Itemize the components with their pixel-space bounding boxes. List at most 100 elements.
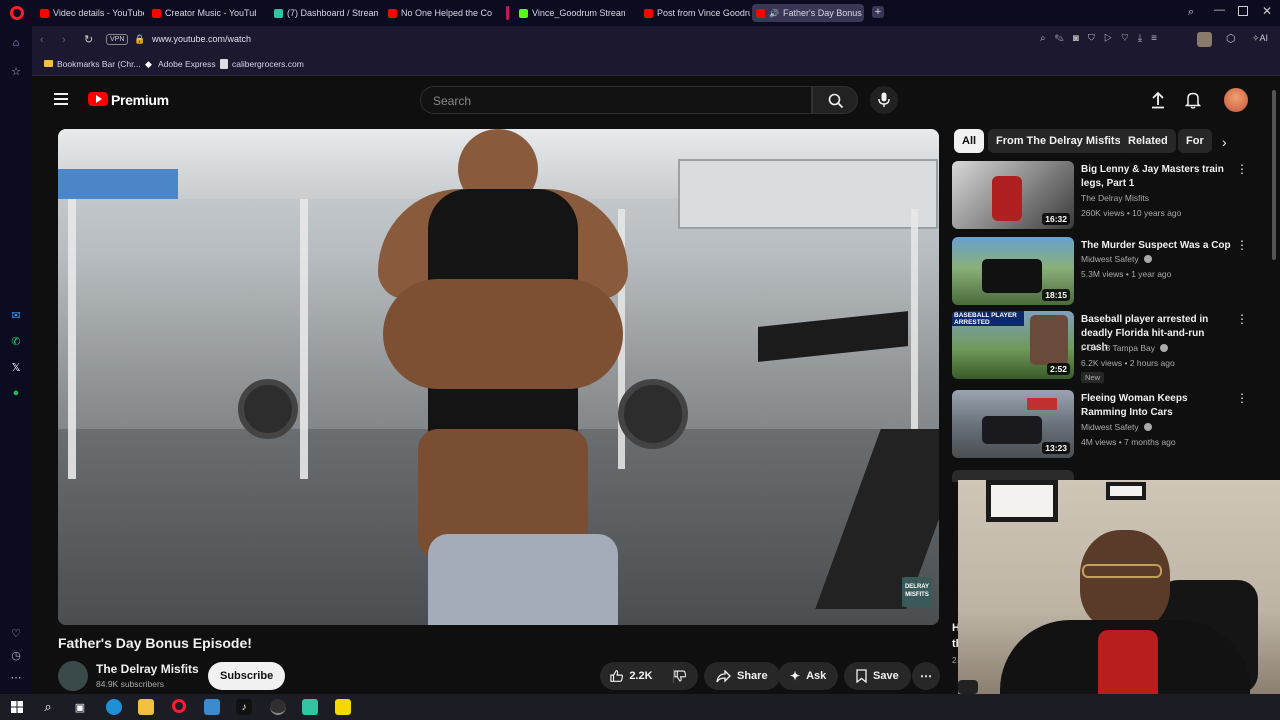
tab-5[interactable]: Post from Vince Goodrum — [640, 4, 750, 22]
verified-icon — [1160, 344, 1169, 352]
tab-3[interactable]: No One Helped the Cop? — [384, 4, 492, 22]
star-icon[interactable]: ☆ — [9, 64, 23, 78]
ai-button[interactable]: ✧AI — [1252, 33, 1268, 44]
video-title[interactable]: Big Lenny & Jay Masters train legs, Part… — [1081, 163, 1231, 191]
channel-name[interactable]: FOX 13 Tampa Bay — [1081, 343, 1155, 353]
play-icon[interactable]: ▷ — [1104, 33, 1121, 44]
close-button[interactable]: ✕ — [1262, 4, 1272, 18]
video-thumbnail[interactable]: BASEBALL PLAYER ARRESTED 2:52 — [952, 311, 1074, 379]
tab-search-icon[interactable]: ⌕ — [1188, 6, 1194, 19]
channel-name[interactable]: The Delray Misfits — [1081, 193, 1149, 203]
tab-label: Video details - YouTube Studio — [53, 8, 144, 18]
opera-taskbar-icon[interactable] — [172, 699, 186, 713]
thumbs-down-icon[interactable] — [672, 669, 686, 683]
page-scrollbar[interactable] — [1272, 90, 1276, 260]
browser-sidebar: ⌂ ☆ ✉ ✆ 𝕏 ● ♡ ◷ ⋯ — [0, 26, 32, 694]
zoom-icon[interactable]: ⌕ — [1040, 33, 1055, 44]
task-view-icon[interactable]: ▣ — [72, 699, 88, 715]
channel-name[interactable]: Midwest Safety — [1081, 254, 1139, 264]
save-button[interactable]: Save — [844, 662, 911, 690]
history-icon[interactable]: ◷ — [9, 648, 23, 662]
youtube-icon — [644, 8, 653, 18]
upload-icon[interactable] — [1150, 91, 1166, 109]
recommendation-item[interactable]: 13:23 Fleeing Woman Keeps Ramming Into C… — [952, 390, 1248, 458]
tab-2[interactable]: (7) Dashboard / Streamlabs — [270, 4, 378, 22]
opera-logo-icon[interactable] — [10, 6, 24, 20]
chip-all[interactable]: All — [954, 129, 985, 153]
video-title[interactable]: The Murder Suspect Was a Cop — [1081, 239, 1231, 253]
video-thumbnail[interactable]: 16:32 — [952, 161, 1074, 229]
channel-name[interactable]: Midwest Safety — [1081, 422, 1139, 432]
edit-icon[interactable]: ✎ — [1055, 33, 1073, 44]
more-vertical-icon[interactable]: ⋮ — [1236, 392, 1248, 404]
shield-icon[interactable]: ⛉ — [1088, 33, 1104, 44]
chip-next-arrow-icon[interactable]: › — [1222, 134, 1227, 150]
person-sweatpants — [428, 534, 618, 625]
profile-avatar[interactable] — [1197, 32, 1212, 47]
search-taskbar-icon[interactable]: ⌕ — [40, 699, 56, 715]
sticky-notes-icon[interactable] — [335, 699, 351, 715]
channel-avatar[interactable] — [58, 661, 88, 691]
file-explorer-icon[interactable] — [138, 699, 154, 715]
share-button[interactable]: Share — [704, 662, 780, 690]
more-vertical-icon[interactable]: ⋮ — [1236, 163, 1248, 175]
whatsapp-icon[interactable]: ✆ — [9, 334, 23, 348]
more-actions-button[interactable]: ⋯ — [912, 662, 940, 690]
subscribe-button[interactable]: Subscribe — [208, 662, 286, 690]
tab-6-active[interactable]: 🔊Father's Day Bonus Ep — [752, 4, 864, 22]
recommendation-item[interactable]: 18:15 The Murder Suspect Was a Cop Midwe… — [952, 237, 1248, 305]
maximize-button[interactable] — [1238, 6, 1248, 16]
video-player[interactable]: DELRAY MISFITS — [58, 129, 939, 625]
voice-search-button[interactable] — [870, 86, 898, 114]
chip-related[interactable]: Related — [1120, 129, 1176, 153]
x-icon[interactable]: 𝕏 — [9, 360, 23, 374]
more-vertical-icon[interactable]: ⋮ — [1236, 239, 1248, 251]
ask-button[interactable]: ✦ Ask — [778, 662, 839, 690]
store-icon[interactable] — [204, 699, 220, 715]
messenger-icon[interactable]: ✉ — [9, 308, 23, 322]
more-icon[interactable]: ⋯ — [9, 670, 23, 684]
new-tab-button[interactable]: + — [872, 6, 884, 18]
chip-from-channel[interactable]: From The Delray Misfits — [988, 129, 1129, 153]
spotify-icon[interactable]: ● — [9, 386, 23, 400]
obs-icon[interactable] — [270, 699, 286, 715]
recommendation-item[interactable]: BASEBALL PLAYER ARRESTED 2:52 Baseball p… — [952, 311, 1248, 383]
minimize-button[interactable]: — — [1214, 4, 1225, 16]
more-vertical-icon[interactable]: ⋮ — [1236, 313, 1248, 325]
tab-4[interactable]: Vince_Goodrum Stream - — [515, 4, 625, 22]
video-thumbnail[interactable]: 18:15 — [952, 237, 1074, 305]
tiktok-icon[interactable]: ♪ — [236, 699, 252, 715]
video-title[interactable]: Fleeing Woman Keeps Ramming Into Cars — [1081, 392, 1231, 420]
video-thumbnail[interactable]: 13:23 — [952, 390, 1074, 458]
edge-icon[interactable] — [106, 699, 122, 715]
reload-icon[interactable]: ↻ — [84, 33, 93, 46]
search-input[interactable]: Search — [420, 86, 812, 114]
home-icon[interactable]: ⌂ — [9, 36, 23, 50]
bookmark-item[interactable]: calibergrocers.com — [232, 59, 304, 69]
camera-icon[interactable]: ◙ — [1073, 33, 1088, 44]
vpn-badge[interactable]: VPN — [106, 34, 129, 45]
search-button[interactable] — [812, 86, 858, 114]
forward-icon[interactable]: › — [62, 34, 66, 46]
like-button[interactable]: 2.2K — [600, 662, 698, 690]
bookmark-item[interactable]: Bookmarks Bar (Chr... — [57, 59, 141, 69]
tab-0[interactable]: Video details - YouTube Studio — [36, 4, 144, 22]
url-field[interactable]: www.youtube.com/watch — [152, 34, 251, 44]
streamlabs-taskbar-icon[interactable] — [302, 699, 318, 715]
heart-outline-icon[interactable]: ♡ — [1121, 33, 1138, 44]
notifications-bell-icon[interactable] — [1185, 91, 1201, 109]
channel-name[interactable]: The Delray Misfits — [96, 662, 199, 676]
hamburger-menu-icon[interactable] — [54, 93, 68, 105]
bookmark-item[interactable]: Adobe Express — [158, 59, 216, 69]
download-icon[interactable]: ⤓ — [1138, 33, 1151, 44]
extensions-icon[interactable]: ⬡ — [1226, 32, 1236, 45]
youtube-logo-icon[interactable] — [88, 92, 108, 106]
account-avatar[interactable] — [1224, 88, 1248, 112]
tab-1[interactable]: Creator Music - YouTube Studio — [148, 4, 256, 22]
heart-icon[interactable]: ♡ — [9, 626, 23, 640]
menu-icon[interactable]: ≡ — [1151, 33, 1166, 44]
chip-for-you[interactable]: For — [1178, 129, 1212, 153]
recommendation-item[interactable]: 16:32 Big Lenny & Jay Masters train legs… — [952, 161, 1248, 229]
back-icon[interactable]: ‹ — [40, 34, 44, 46]
windows-start-icon[interactable] — [9, 699, 25, 715]
